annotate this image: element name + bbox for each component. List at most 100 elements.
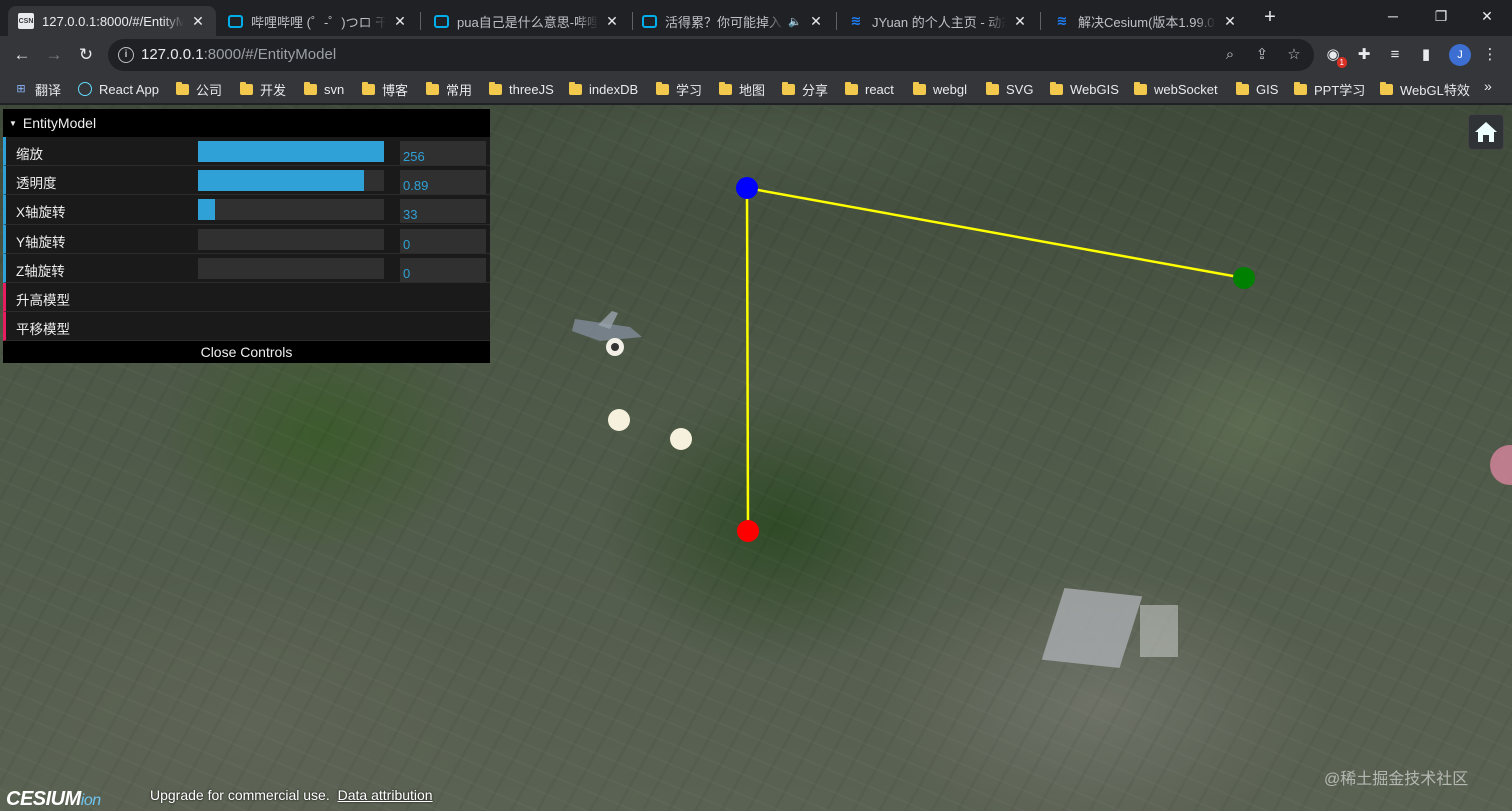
bookmark-folder[interactable]: PPT学习: [1294, 80, 1365, 98]
blue-point[interactable]: [736, 177, 758, 199]
tab-bilibili-home[interactable]: 哔哩哔哩 (゜-゜)つロ 干杯~ ✕: [218, 6, 418, 36]
z-rotation-slider[interactable]: [198, 257, 384, 279]
bookmarks-overflow-icon[interactable]: »: [1484, 78, 1492, 94]
control-label: 透明度: [16, 176, 57, 192]
white-point[interactable]: [608, 409, 630, 431]
bookmark-label: 地图: [739, 82, 766, 98]
upgrade-link[interactable]: Upgrade for commercial use.: [150, 787, 330, 803]
white-point[interactable]: [670, 428, 692, 450]
tab-bilibili-tired[interactable]: 活得累？你可能掉入了 🔈 ✕: [632, 6, 834, 36]
new-tab-button[interactable]: +: [1258, 6, 1282, 30]
bookmark-folder[interactable]: 博客: [362, 80, 408, 98]
restore-icon[interactable]: ❐: [1418, 0, 1464, 32]
bookmark-folder[interactable]: 分享: [782, 80, 828, 98]
reading-list-icon[interactable]: ≡: [1383, 43, 1407, 67]
close-tab-icon[interactable]: ✕: [1012, 13, 1028, 30]
folder-icon: [1236, 81, 1249, 95]
tab-juejin-profile[interactable]: ≋ JYuan 的个人主页 - 动态 - ✕: [838, 6, 1038, 36]
vertical-polyline: [745, 187, 750, 532]
bookmark-label: 学习: [676, 82, 703, 98]
y-rotation-slider[interactable]: [198, 228, 384, 250]
cesium-ion-logo[interactable]: CESIUMion: [6, 788, 101, 811]
forward-arrow-icon[interactable]: →: [40, 41, 68, 69]
bookmark-folder[interactable]: webSocket: [1134, 80, 1218, 98]
url-text[interactable]: 127.0.0.1:8000/#/EntityModel: [141, 46, 336, 63]
back-arrow-icon[interactable]: ←: [8, 41, 36, 69]
close-window-icon[interactable]: ✕: [1464, 0, 1510, 32]
speaker-icon[interactable]: 🔈: [788, 15, 802, 28]
bookmark-folder[interactable]: 常用: [426, 80, 472, 98]
home-button[interactable]: [1468, 114, 1504, 150]
control-label: Z轴旋转: [16, 263, 65, 279]
x-rotation-input[interactable]: 33: [400, 199, 486, 224]
bookmark-folder[interactable]: SVG: [986, 80, 1033, 98]
green-point[interactable]: [1233, 267, 1255, 289]
bookmark-folder[interactable]: 地图: [719, 80, 765, 98]
zoom-icon[interactable]: ⌕: [1220, 45, 1240, 65]
bookmark-label: webSocket: [1154, 81, 1218, 97]
share-icon[interactable]: ⇪: [1252, 45, 1272, 65]
tab-entitymodel[interactable]: CSN 127.0.0.1:8000/#/EntityModel ✕: [8, 6, 216, 36]
minimize-icon[interactable]: ─: [1370, 0, 1416, 32]
close-tab-icon[interactable]: ✕: [808, 13, 824, 30]
extension-icon[interactable]: ◉ 1: [1321, 43, 1347, 68]
bookmark-folder[interactable]: WebGL特效: [1380, 80, 1470, 98]
opacity-input[interactable]: 0.89: [400, 170, 486, 195]
side-panel-icon[interactable]: ▮: [1414, 43, 1438, 67]
button-label: 升高模型: [16, 292, 70, 308]
extension-badge: 1: [1336, 57, 1347, 68]
site-info-icon[interactable]: i: [118, 47, 134, 63]
bookmark-translate[interactable]: ⊞ 翻译: [14, 80, 61, 98]
bookmark-folder[interactable]: threeJS: [489, 80, 554, 98]
bookmark-folder[interactable]: 公司: [176, 80, 222, 98]
close-tab-icon[interactable]: ✕: [392, 13, 408, 30]
raise-model-button[interactable]: 升高模型: [3, 282, 490, 313]
close-tab-icon[interactable]: ✕: [190, 13, 206, 30]
opacity-slider[interactable]: [198, 170, 384, 192]
bookmark-folder[interactable]: WebGIS: [1050, 80, 1119, 98]
close-tab-icon[interactable]: ✕: [1222, 13, 1238, 30]
cesium-viewer[interactable]: ▼ EntityModel 缩放 256 透明度 0.89 X轴旋转 33 Y轴…: [0, 105, 1512, 811]
bookmark-folder[interactable]: react: [845, 80, 894, 98]
tab-title: 解决Cesium(版本1.99.0)开: [1078, 14, 1216, 30]
aircraft-model[interactable]: [572, 311, 642, 356]
tab-bilibili-pua[interactable]: pua自己是什么意思-哔哩哔哩 ✕: [424, 6, 630, 36]
reload-icon[interactable]: ↻: [72, 41, 100, 69]
control-y-rotation: Y轴旋转 0: [3, 224, 490, 254]
y-rotation-input[interactable]: 0: [400, 228, 486, 253]
folder-icon: [1294, 81, 1307, 95]
translate-model-button[interactable]: 平移模型: [3, 312, 490, 342]
bookmark-folder[interactable]: svn: [304, 80, 344, 98]
bookmark-folder[interactable]: GIS: [1236, 80, 1278, 98]
profile-avatar[interactable]: J: [1449, 44, 1471, 66]
x-rotation-slider[interactable]: [198, 199, 384, 221]
puzzle-extensions-icon[interactable]: ✚: [1352, 43, 1376, 67]
bilibili-favicon-icon: [642, 14, 657, 28]
bookmark-folder[interactable]: 学习: [656, 80, 702, 98]
bookmark-folder[interactable]: webgl: [913, 80, 967, 98]
tab-juejin-cesium[interactable]: ≋ 解决Cesium(版本1.99.0)开 ✕: [1044, 6, 1248, 36]
folder-icon: [845, 81, 858, 95]
menu-kebab-icon[interactable]: ⋮: [1478, 43, 1502, 67]
juejin-favicon-icon: ≋: [1056, 13, 1068, 28]
folder-icon: [240, 81, 253, 95]
collapse-triangle-icon: ▼: [9, 118, 17, 128]
gui-folder-title[interactable]: ▼ EntityModel: [3, 109, 490, 137]
bookmark-react-app[interactable]: React App: [78, 80, 159, 98]
scale-slider[interactable]: [198, 141, 384, 162]
bookmark-label: WebGL特效: [1400, 82, 1470, 98]
close-controls-button[interactable]: Close Controls: [3, 341, 490, 364]
bookmark-folder[interactable]: 开发: [240, 80, 286, 98]
entity-model-controls: ▼ EntityModel 缩放 256 透明度 0.89 X轴旋转 33 Y轴…: [3, 109, 490, 364]
bookmark-folder[interactable]: indexDB: [569, 80, 638, 98]
folder-icon: [719, 81, 732, 95]
bookmark-label: SVG: [1006, 81, 1034, 97]
data-attribution-link[interactable]: Data attribution: [338, 787, 433, 803]
close-tab-icon[interactable]: ✕: [604, 13, 620, 30]
red-point[interactable]: [737, 520, 759, 542]
bookmark-star-icon[interactable]: ☆: [1284, 45, 1304, 65]
address-bar[interactable]: i 127.0.0.1:8000/#/EntityModel ⌕ ⇪ ☆: [108, 39, 1314, 71]
tab-separator: [420, 12, 421, 30]
scale-input[interactable]: 256: [400, 141, 486, 165]
z-rotation-input[interactable]: 0: [400, 257, 486, 282]
